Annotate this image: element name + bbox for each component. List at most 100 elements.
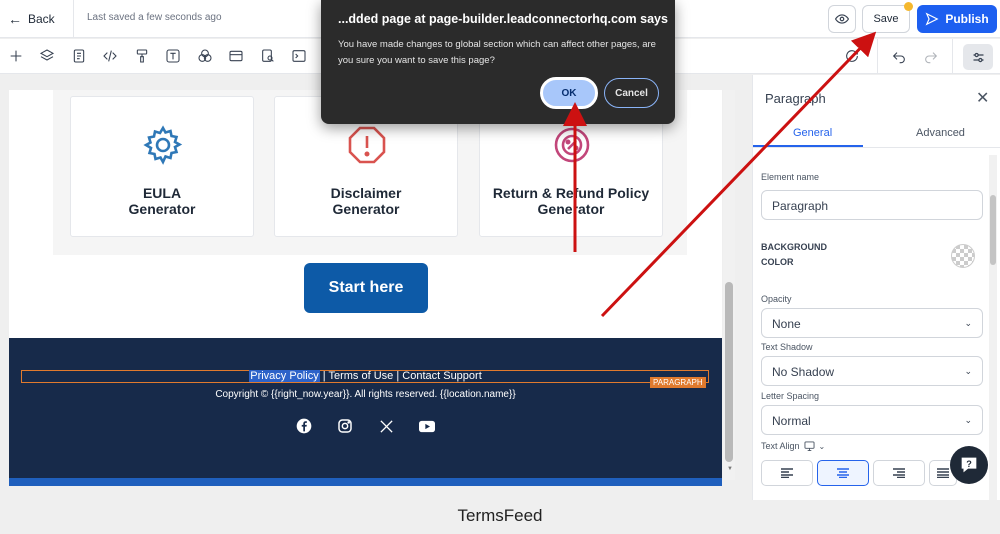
back-button[interactable]: ← Back [8, 11, 55, 27]
tab-advanced[interactable]: Advanced [916, 127, 965, 139]
add-element-tool[interactable] [7, 47, 25, 65]
page-icon [73, 49, 85, 63]
privacy-policy-link[interactable]: Privacy Policy [249, 370, 320, 382]
contact-support-link[interactable]: Contact Support [402, 370, 482, 382]
align-right-icon [893, 468, 905, 478]
help-chat-button[interactable]: ? [950, 446, 988, 484]
color-circles-icon [198, 49, 212, 62]
active-tab-indicator [753, 145, 863, 147]
pages-tool[interactable] [70, 47, 88, 65]
gear-icon [143, 125, 183, 165]
send-icon [925, 12, 939, 26]
card-eula[interactable]: EULA Generator [70, 96, 254, 237]
cancel-button[interactable]: Cancel [604, 78, 659, 108]
align-left-button[interactable] [761, 460, 813, 486]
element-name-input[interactable]: Paragraph [761, 190, 983, 220]
divider [73, 0, 74, 38]
watermark-text: TermsFeed [457, 506, 543, 525]
save-button[interactable]: Save [862, 5, 910, 33]
svg-text:?: ? [966, 459, 972, 469]
terms-of-use-link[interactable]: Terms of Use [328, 370, 393, 382]
divider [952, 39, 953, 74]
footer-bottom-stripe [9, 478, 722, 486]
card-title: Disclaimer Generator [330, 185, 402, 217]
scrollbar-thumb[interactable] [990, 195, 996, 265]
dialog-title: ...dded page at page-builder.leadconnect… [338, 12, 668, 26]
letter-spacing-select[interactable]: Normal ⌄ [761, 405, 983, 435]
facebook-icon[interactable] [296, 418, 312, 434]
redo-button[interactable] [922, 47, 940, 65]
copyright-text: Copyright © {{right_now.year}}. All righ… [215, 389, 516, 400]
layers-tool[interactable] [38, 47, 56, 65]
bg-label-line2: COLOR [761, 257, 794, 267]
tab-general[interactable]: General [793, 127, 832, 139]
layers-icon [39, 49, 55, 61]
instagram-icon[interactable] [337, 418, 353, 434]
paragraph-tag: PARAGRAPH [650, 377, 706, 388]
bg-label-line1: BACKGROUND [761, 242, 827, 252]
scroll-down-icon[interactable]: ▼ [727, 466, 733, 472]
section-tool[interactable] [227, 47, 245, 65]
close-icon[interactable]: ✕ [976, 88, 989, 108]
align-right-button[interactable] [873, 460, 925, 486]
refresh-tool[interactable] [843, 47, 861, 65]
alert-octagon-icon [348, 126, 386, 164]
help-chat-icon: ? [961, 457, 977, 473]
align-center-icon [837, 468, 849, 478]
divider [877, 39, 878, 74]
tab-divider [753, 147, 1000, 148]
publish-label: Publish [945, 12, 989, 26]
save-status: Last saved a few seconds ago [87, 12, 222, 23]
background-color-swatch[interactable] [951, 244, 975, 268]
footer-paragraph[interactable]: Privacy Policy | Terms of Use | Contact … [9, 370, 722, 382]
back-label: Back [28, 12, 55, 26]
text-shadow-select[interactable]: No Shadow ⌄ [761, 356, 983, 386]
seo-tool[interactable] [259, 47, 277, 65]
start-here-button[interactable]: Start here [304, 263, 428, 313]
undo-button[interactable] [890, 47, 908, 65]
undo-icon [892, 52, 905, 64]
text-align-group [761, 460, 957, 486]
card-title: Return & Refund Policy Generator [492, 185, 650, 217]
ok-button[interactable]: OK [540, 77, 598, 109]
typography-tool[interactable] [164, 47, 182, 65]
footer-section: Privacy Policy | Terms of Use | Contact … [9, 338, 722, 486]
separator: | [393, 370, 403, 382]
card-title: EULA Generator [128, 185, 196, 217]
redo-icon [925, 52, 938, 64]
scrollbar-thumb[interactable] [725, 282, 733, 462]
unsaved-indicator [904, 2, 913, 11]
terminal-icon [292, 50, 306, 62]
opacity-label: Opacity [761, 294, 792, 304]
paint-roller-icon [136, 49, 148, 63]
align-center-button[interactable] [817, 460, 869, 486]
chevron-down-icon: ⌄ [964, 415, 972, 425]
text-align-label: Text Align ⌄ [761, 441, 825, 451]
chevron-down-icon: ⌄ [964, 318, 972, 328]
plus-icon [10, 50, 22, 62]
colors-tool[interactable] [196, 47, 214, 65]
terminal-tool[interactable] [290, 47, 308, 65]
text-shadow-label: Text Shadow [761, 342, 813, 352]
settings-panel-toggle[interactable] [963, 44, 993, 70]
element-name-label: Element name [761, 172, 820, 182]
chevron-down-icon: ⌄ [964, 366, 972, 376]
properties-panel: Paragraph ✕ General Advanced Element nam… [752, 75, 1000, 500]
youtube-icon[interactable] [419, 418, 435, 434]
letter-spacing-label: Letter Spacing [761, 391, 820, 401]
paint-tool[interactable] [133, 47, 151, 65]
window-icon [229, 50, 243, 62]
x-icon[interactable] [378, 418, 394, 434]
publish-button[interactable]: Publish [917, 5, 997, 33]
opacity-select[interactable]: None ⌄ [761, 308, 983, 338]
chevron-down-icon[interactable]: ⌄ [819, 442, 826, 451]
search-doc-icon [262, 49, 274, 62]
preview-button[interactable] [828, 5, 856, 33]
monitor-icon[interactable] [804, 441, 815, 451]
panel-scrollbar[interactable] [989, 155, 997, 500]
code-tool[interactable] [101, 47, 119, 65]
canvas-scrollbar[interactable] [723, 90, 735, 480]
arrow-left-icon: ← [8, 11, 22, 27]
social-links [296, 418, 435, 434]
text-align-label-text: Text Align [761, 441, 800, 451]
